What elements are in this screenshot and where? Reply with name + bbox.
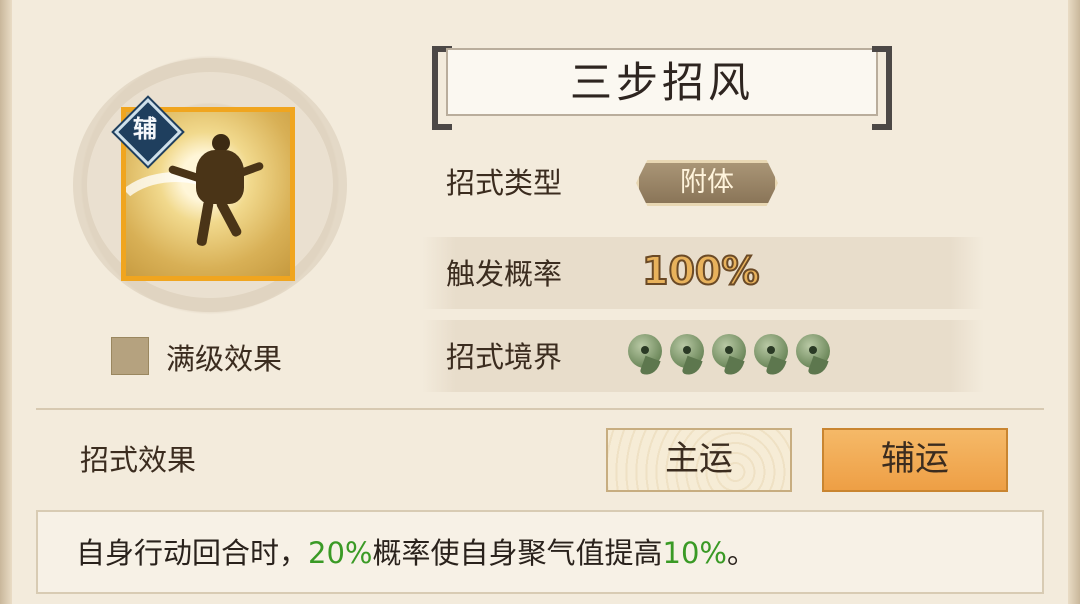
desc-suffix: 。 bbox=[726, 536, 756, 570]
realm-drop-icon bbox=[796, 334, 832, 379]
main-tab-button[interactable]: 主运 bbox=[606, 428, 792, 492]
skill-realm-label: 招式境界 bbox=[446, 340, 563, 374]
right-bracket-decoration bbox=[872, 46, 892, 130]
trigger-rate-value: 100% bbox=[641, 248, 760, 294]
skill-type-tag: 附体 bbox=[636, 160, 778, 206]
realm-drop-icon bbox=[670, 334, 706, 379]
assist-tab-button[interactable]: 辅运 bbox=[822, 428, 1008, 492]
desc-middle: 概率使自身聚气值提高 bbox=[372, 536, 663, 570]
skill-type-row: 招式类型 附体 bbox=[422, 146, 984, 218]
skill-name: 三步招风 bbox=[446, 48, 878, 116]
frame-left-border bbox=[0, 0, 12, 604]
assist-badge: 辅 bbox=[114, 98, 182, 166]
effect-description: 自身行动回合时，20%概率使自身聚气值提高10%。 bbox=[76, 530, 756, 572]
realm-drop-icon bbox=[712, 334, 748, 379]
desc-amount: 10% bbox=[662, 536, 727, 570]
skill-title-plate: 三步招风 bbox=[432, 46, 892, 130]
desc-chance: 20% bbox=[308, 536, 373, 570]
section-divider bbox=[36, 408, 1044, 410]
realm-level-indicator bbox=[628, 334, 832, 382]
skill-effect-title: 招式效果 bbox=[80, 443, 197, 477]
effect-description-box: 自身行动回合时，20%概率使自身聚气值提高10%。 bbox=[36, 510, 1044, 594]
realm-drop-icon bbox=[754, 334, 790, 379]
skill-realm-row: 招式境界 bbox=[422, 320, 984, 392]
badge-text: 辅 bbox=[133, 115, 157, 143]
skill-type-label: 招式类型 bbox=[446, 166, 563, 200]
max-level-label[interactable]: 满级效果 bbox=[166, 336, 282, 378]
frame-right-border bbox=[1068, 0, 1080, 604]
max-level-checkbox[interactable] bbox=[111, 337, 149, 375]
realm-drop-icon bbox=[628, 334, 664, 379]
trigger-rate-row: 触发概率 100% bbox=[422, 237, 984, 309]
trigger-rate-label: 触发概率 bbox=[446, 257, 563, 291]
desc-prefix: 自身行动回合时， bbox=[76, 536, 309, 570]
